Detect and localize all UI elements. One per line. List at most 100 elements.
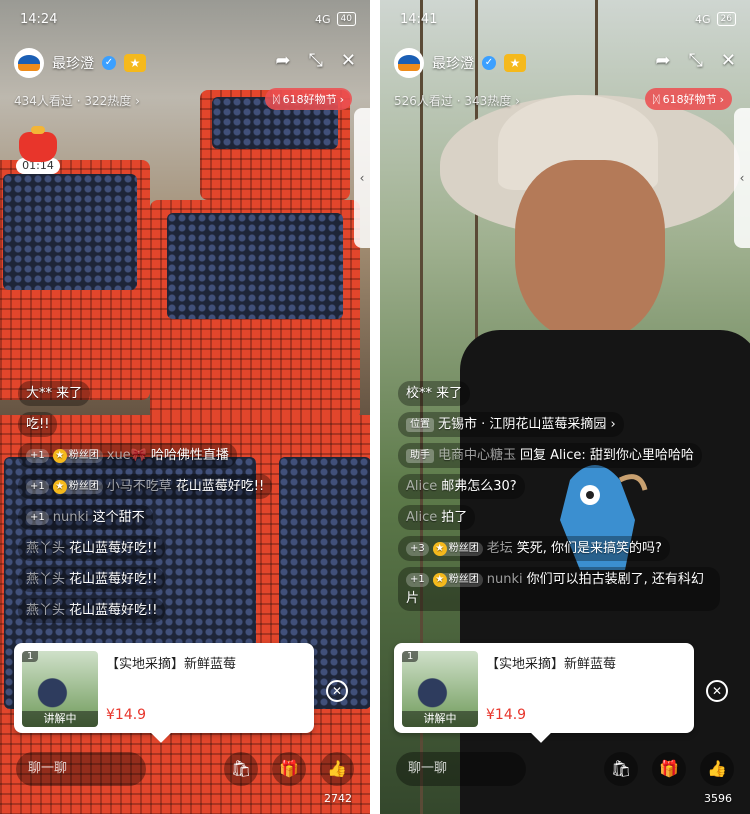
product-status: 讲解中	[22, 711, 98, 727]
comment-user[interactable]: 燕丫头	[26, 572, 65, 587]
star-badge-icon: ★	[504, 54, 526, 72]
product-title[interactable]: 【实地采摘】新鲜蓝莓	[486, 653, 616, 672]
like-count: 2742	[324, 792, 352, 805]
comment-system: 大** 来了	[18, 381, 91, 406]
comment-user[interactable]: nunki	[487, 572, 523, 587]
bottom-actions: 🛍 🎁 👍	[224, 752, 354, 786]
chat-input[interactable]: 聊一聊	[396, 752, 526, 786]
thumbs-up-icon[interactable]: 👍	[700, 752, 734, 786]
close-icon[interactable]: ✕	[341, 50, 356, 71]
comment-user[interactable]: nunki	[53, 510, 89, 525]
host-name[interactable]: 最珍澄	[52, 53, 94, 73]
red-packet[interactable]: 01:14	[16, 126, 60, 174]
comment-text: 花山蓝莓好吃!!	[69, 603, 158, 618]
stream-stats[interactable]: 434人看过 · 322热度 ›	[14, 92, 140, 109]
comment-text: 花山蓝莓好吃!!	[69, 541, 158, 556]
comment-item: 吃!!	[18, 412, 58, 437]
network-icon: 4G	[315, 12, 331, 26]
star-icon: ★	[432, 542, 447, 556]
product-card[interactable]: 1 讲解中 【实地采摘】新鲜蓝莓 ¥14.9	[394, 643, 694, 743]
side-drawer-handle[interactable]: ‹	[354, 108, 370, 248]
live-stream-panel-right: 14:41 4G 26 最珍澄 ✓ ★ ➦ ⤡ ✕ 526人看过 · 343热度…	[380, 0, 750, 814]
butterfly-icon: ᛞ	[272, 92, 280, 106]
star-icon: ★	[432, 573, 447, 587]
comment-item: +1 ★ 粉丝团 xue🎀 哈哈佛性直播	[18, 443, 237, 468]
promo-banner[interactable]: ᛞ 618好物节 ›	[264, 88, 352, 110]
product-title[interactable]: 【实地采摘】新鲜蓝莓	[106, 653, 236, 672]
host-info[interactable]: 最珍澄 ✓ ★	[14, 48, 146, 78]
product-index: 1	[402, 651, 419, 662]
promo-banner[interactable]: ᛞ 618好物节 ›	[644, 88, 732, 110]
status-icons: 4G 40	[315, 12, 356, 26]
level-badge: +1	[406, 573, 429, 587]
thumbs-up-icon[interactable]: 👍	[320, 752, 354, 786]
status-bar: 14:41 4G 26	[400, 8, 736, 30]
comment-user[interactable]: 老坛	[487, 541, 513, 556]
stream-stats[interactable]: 526人看过 · 343热度 ›	[394, 92, 520, 109]
comment-user[interactable]: 燕丫头	[26, 541, 65, 556]
host-info[interactable]: 最珍澄 ✓ ★	[394, 48, 526, 78]
gift-icon[interactable]: 🎁	[652, 752, 686, 786]
comment-user[interactable]: xue🎀	[107, 448, 147, 463]
heat-count: 343热度	[464, 94, 512, 108]
gift-icon[interactable]: 🎁	[272, 752, 306, 786]
close-product-icon[interactable]: ✕	[706, 680, 728, 702]
shrink-icon[interactable]: ⤡	[689, 50, 703, 71]
comment-item: +1 nunki 这个甜不	[18, 505, 153, 530]
host-name[interactable]: 最珍澄	[432, 53, 474, 73]
avatar[interactable]	[394, 48, 424, 78]
close-icon[interactable]: ✕	[721, 50, 736, 71]
product-thumbnail[interactable]: 1 讲解中	[22, 651, 98, 727]
comment-text: 邮弗怎么30?	[441, 479, 517, 494]
red-packet-icon	[19, 126, 57, 162]
comment-user[interactable]: Alice	[406, 510, 437, 525]
location-tag: 位置	[406, 418, 434, 432]
fan-badge: ★ 粉丝团	[52, 449, 103, 463]
status-bar: 14:24 4G 40	[20, 8, 356, 30]
share-icon[interactable]: ➦	[655, 50, 670, 71]
close-product-icon[interactable]: ✕	[326, 680, 348, 702]
side-drawer-handle[interactable]: ‹	[734, 108, 750, 248]
bottom-actions: 🛍 🎁 👍	[604, 752, 734, 786]
comment-text: 花山蓝莓好吃!!	[69, 572, 158, 587]
shopping-bag-icon[interactable]: 🛍	[604, 752, 638, 786]
comment-location[interactable]: 位置 无锡市 · 江阴花山蓝莓采摘园 ›	[398, 412, 624, 437]
share-icon[interactable]: ➦	[275, 50, 290, 71]
verified-icon: ✓	[102, 56, 116, 70]
status-time: 14:24	[20, 11, 58, 27]
status-icons: 4G 26	[695, 12, 736, 26]
avatar[interactable]	[14, 48, 44, 78]
product-thumbnail[interactable]: 1 讲解中	[402, 651, 478, 727]
basket-image	[0, 160, 150, 400]
level-badge: +1	[26, 511, 49, 525]
comment-text: 拍了	[441, 510, 468, 525]
comment-text: 哈哈佛性直播	[150, 448, 229, 463]
fan-badge: ★ 粉丝团	[432, 573, 483, 587]
star-icon: ★	[52, 480, 67, 494]
level-badge: +1	[26, 449, 49, 463]
comment-user[interactable]: 电商中心糖玉	[438, 448, 516, 463]
product-price: ¥14.9	[106, 707, 147, 723]
promo-label: 618好物节	[662, 93, 717, 106]
chevron-left-icon: ‹	[359, 171, 365, 185]
shrink-icon[interactable]: ⤡	[309, 50, 323, 71]
chevron-left-icon: ‹	[739, 171, 745, 185]
chat-input[interactable]: 聊一聊	[16, 752, 146, 786]
comment-item: Alice 拍了	[398, 505, 476, 530]
comment-user[interactable]: 燕丫头	[26, 603, 65, 618]
comment-feed: 校** 来了 位置 无锡市 · 江阴花山蓝莓采摘园 › 助手 电商中心糖玉 回复 Al…	[398, 378, 720, 614]
product-status: 讲解中	[402, 711, 478, 727]
butterfly-icon: ᛞ	[652, 92, 660, 106]
comment-text: 花山蓝莓好吃!!	[175, 479, 265, 494]
promo-label: 618好物节	[282, 93, 337, 106]
comment-user[interactable]: Alice	[406, 479, 437, 494]
comment-feed: 大** 来了 吃!! +1 ★ 粉丝团 xue🎀 哈哈佛性直播 +1 ★ 粉丝团 小马不吃草花…	[18, 378, 340, 626]
shopping-bag-icon[interactable]: 🛍	[224, 752, 258, 786]
heat-count: 322热度	[84, 94, 132, 108]
viewer-count: 434人看过	[14, 94, 73, 108]
comment-item: 燕丫头 花山蓝莓好吃!!	[18, 598, 166, 623]
comment-user[interactable]: 小马不吃草	[107, 479, 172, 494]
comment-text: 这个甜不	[92, 510, 145, 525]
product-card[interactable]: 1 讲解中 【实地采摘】新鲜蓝莓 ¥14.9	[14, 643, 314, 743]
farmer-face-image	[515, 160, 665, 340]
